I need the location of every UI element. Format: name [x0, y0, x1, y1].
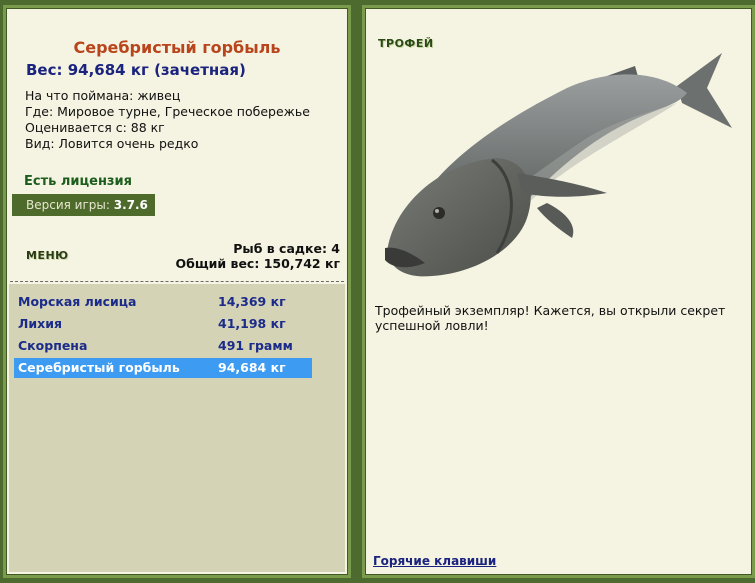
- catch-row-scorpena[interactable]: Скорпена 491 грамм: [14, 336, 312, 356]
- catch-weight: 41,198 кг: [218, 316, 286, 331]
- catch-weight: 94,684 кг: [218, 360, 286, 375]
- fish-rated-from: Оценивается с: 88 кг: [25, 120, 165, 135]
- catch-name: Скорпена: [18, 338, 88, 353]
- hotkeys-link[interactable]: Горячие клавиши: [373, 554, 496, 568]
- cage-total-weight: Общий вес: 150,742 кг: [175, 256, 341, 271]
- catch-name: Серебристый горбыль: [18, 360, 180, 375]
- trophy-panel: ТРОФЕЙ Трофейный экземпляр! Кажется, вы …: [362, 5, 755, 578]
- trophy-description: Трофейный экземпляр! Кажется, вы открыли…: [375, 303, 726, 333]
- catch-row-silver-croaker[interactable]: Серебристый горбыль 94,684 кг: [14, 358, 312, 378]
- license-status: Есть лицензия: [24, 174, 132, 189]
- fish-icon: [385, 53, 732, 277]
- cage-count: Рыб в садке: 4: [233, 241, 340, 256]
- fish-location: Где: Мировое турне, Греческое побережье: [25, 104, 310, 119]
- fish-bait: На что поймана: живец: [25, 88, 181, 103]
- catch-row-sea-fox[interactable]: Морская лисица 14,369 кг: [14, 292, 312, 312]
- version-value: 3.7.6: [113, 198, 148, 212]
- fish-info-panel: Серебристый горбыль Вес: 94,684 кг (заче…: [3, 5, 351, 578]
- catch-name: Морская лисица: [18, 294, 137, 309]
- fish-species: Вид: Ловится очень редко: [25, 136, 199, 151]
- fish-name-title: Серебристый горбыль: [73, 38, 281, 57]
- game-version: Версия игры: 3.7.6: [12, 194, 155, 216]
- cage-summary: Рыб в садке: 4 Общий вес: 150,742 кг: [176, 241, 341, 271]
- catch-row-lichia[interactable]: Лихия 41,198 кг: [14, 314, 312, 334]
- menu-button[interactable]: МЕНЮ: [26, 249, 69, 262]
- version-label: Версия игры:: [26, 198, 110, 212]
- catch-weight: 491 грамм: [218, 338, 293, 353]
- divider: [10, 281, 344, 282]
- catch-list: Морская лисица 14,369 кг Лихия 41,198 кг…: [9, 284, 345, 572]
- fish-weight: Вес: 94,684 кг (зачетная): [26, 61, 246, 79]
- catch-name: Лихия: [18, 316, 62, 331]
- catch-weight: 14,369 кг: [218, 294, 286, 309]
